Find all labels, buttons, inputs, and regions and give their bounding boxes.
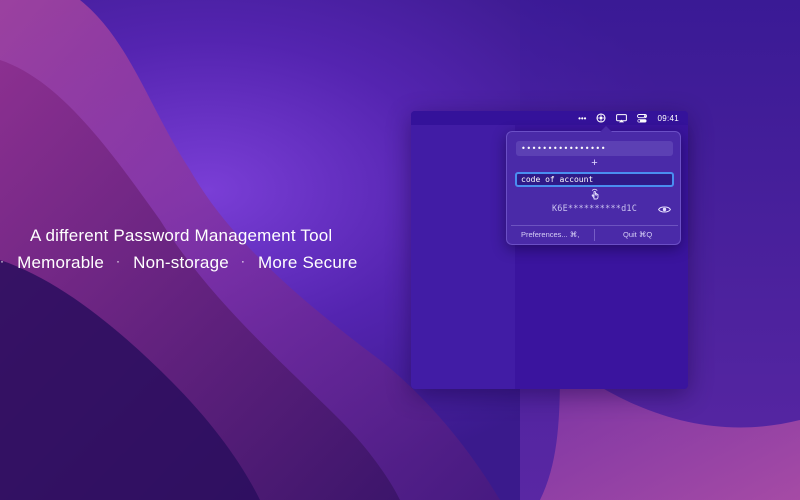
- background-window: [411, 125, 515, 389]
- menu-bar: ••• 09:41: [411, 111, 688, 125]
- feature-item: · Non-storage: [116, 253, 229, 273]
- account-code-field[interactable]: [515, 172, 674, 187]
- feature-label: More Secure: [258, 253, 358, 272]
- feature-list: · Memorable · Non-storage · More Secure: [0, 253, 370, 273]
- preferences-button[interactable]: Preferences... ⌘,: [521, 230, 579, 242]
- footer-separator: [594, 229, 595, 241]
- plus-symbol: +: [591, 157, 598, 169]
- generated-password-masked: K6E**********d1C: [551, 204, 638, 214]
- master-password-field[interactable]: [516, 141, 673, 156]
- feature-item: · Memorable: [0, 253, 104, 273]
- popover-arrow: [600, 126, 612, 132]
- footer-divider: [511, 225, 678, 226]
- password-popover: + K6E**********d1C Preferences... ⌘, Qui…: [506, 126, 681, 245]
- touch-hand-icon: [591, 188, 599, 200]
- menubar-clock: 09:41: [657, 113, 679, 123]
- bullet-dot: ·: [240, 254, 246, 268]
- screen-mirroring-icon[interactable]: [616, 111, 628, 125]
- more-dots-icon[interactable]: •••: [578, 111, 586, 125]
- feature-label: Memorable: [17, 253, 104, 272]
- app-status-icon[interactable]: [596, 111, 607, 125]
- quit-button[interactable]: Quit ⌘Q: [623, 230, 652, 242]
- control-center-icon[interactable]: [637, 111, 648, 125]
- feature-item: · More Secure: [241, 253, 358, 273]
- bullet-dot: ·: [0, 254, 5, 268]
- eye-icon[interactable]: [658, 205, 671, 214]
- feature-label: Non-storage: [133, 253, 229, 272]
- tagline-title: A different Password Management Tool: [30, 226, 333, 245]
- bullet-dot: ·: [115, 254, 121, 268]
